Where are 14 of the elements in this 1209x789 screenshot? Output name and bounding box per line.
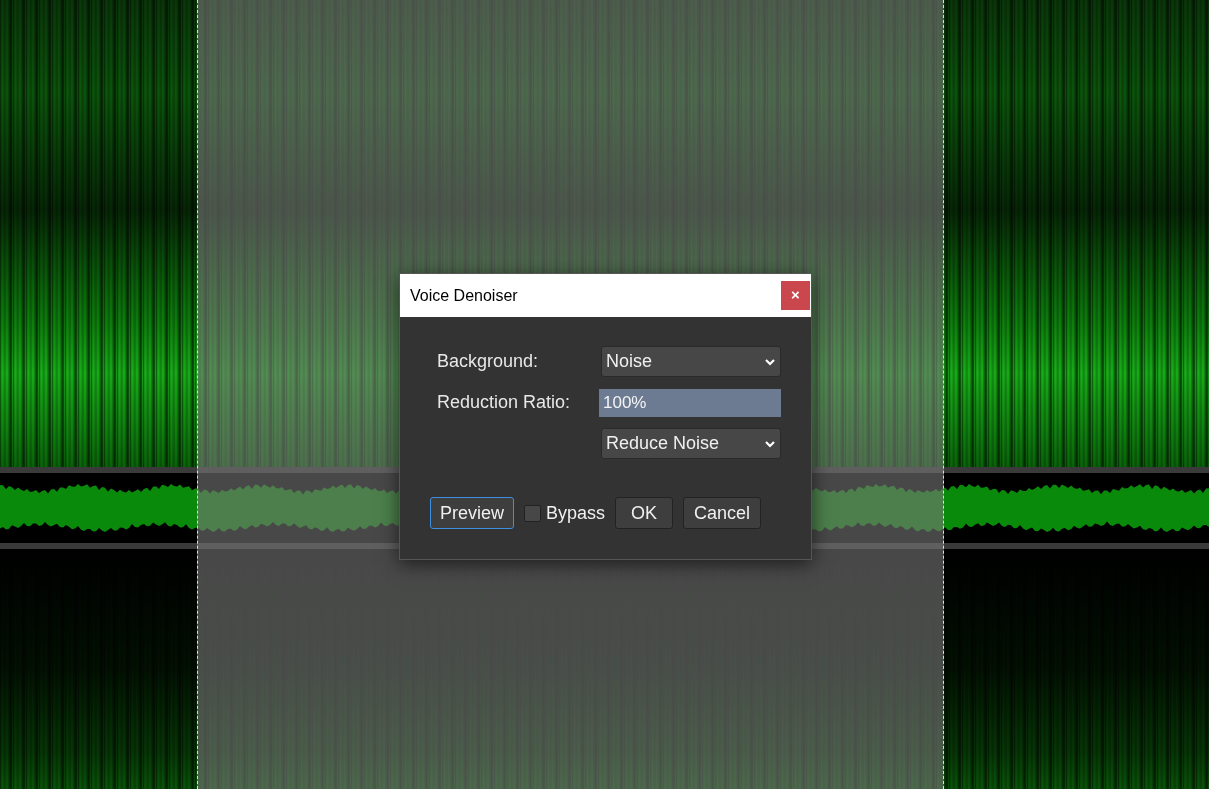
chevron-down-icon	[764, 357, 776, 366]
checkbox[interactable]	[524, 504, 542, 522]
preview-button[interactable]: Preview	[430, 497, 515, 529]
dialog-title: Voice Denoiser	[410, 285, 518, 306]
field-label: Reduction Ratio:	[437, 392, 571, 412]
dropdown[interactable]: Noise	[601, 346, 781, 377]
close-button[interactable]: ×	[781, 281, 810, 310]
dropdown[interactable]: Reduce Noise	[601, 428, 781, 459]
dialog-button[interactable]: Cancel	[683, 497, 762, 529]
input-field[interactable]: 100%	[599, 388, 781, 417]
checkbox-label: Bypass	[546, 501, 606, 525]
field-label: Background:	[437, 351, 539, 371]
dialog-button[interactable]: OK	[615, 497, 674, 529]
chevron-down-icon	[764, 439, 776, 448]
